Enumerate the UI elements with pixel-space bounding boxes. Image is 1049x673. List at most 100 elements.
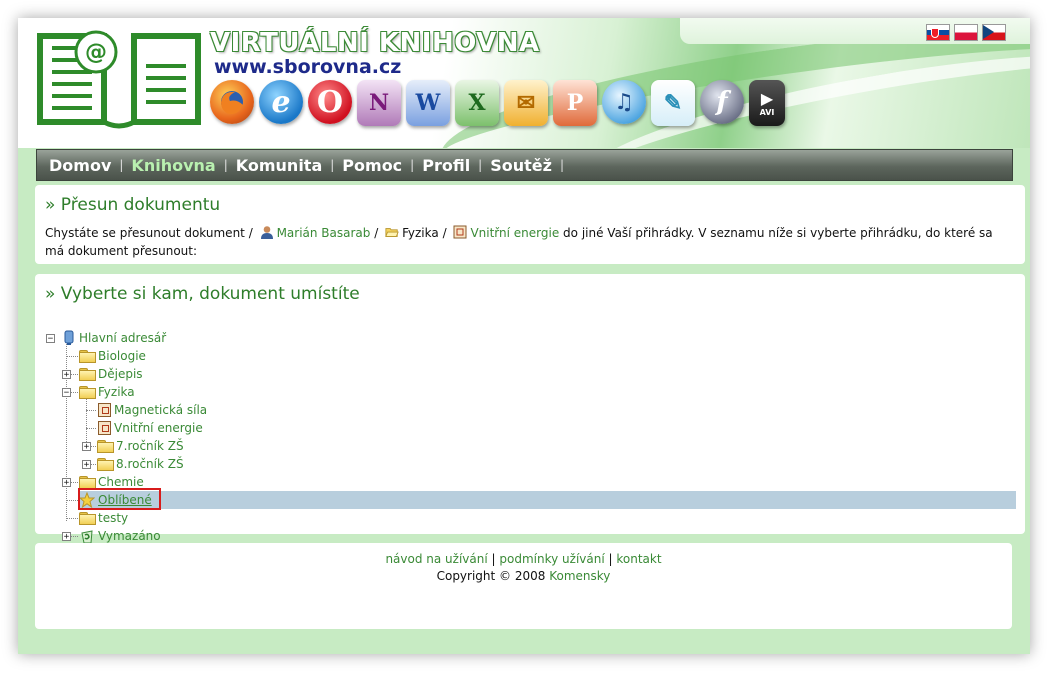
- tree-node-label[interactable]: Magnetická síla: [114, 401, 207, 419]
- library-book-logo[interactable]: @: [34, 26, 204, 132]
- recycle-bin-icon: [81, 530, 93, 544]
- site-header: @ VIRTUÁLNÍ KNIHOVNA www.sborovna.cz e O…: [18, 18, 1030, 148]
- collapse-toggle[interactable]: −: [62, 388, 71, 398]
- language-bar: [680, 18, 1030, 44]
- nav-item-profil[interactable]: Profil: [422, 156, 470, 175]
- app-icons-row: e O N W X ✉ P ♫ ✎ f ▶ AVI: [210, 80, 785, 126]
- folder-icon: [79, 368, 96, 381]
- document-icon: [98, 421, 111, 435]
- expand-toggle[interactable]: +: [62, 370, 71, 380]
- user-link[interactable]: Marián Basarab: [277, 226, 371, 240]
- flash-icon[interactable]: f: [700, 80, 744, 124]
- nav-item-soutez[interactable]: Soutěž: [490, 156, 552, 175]
- site-title: VIRTUÁLNÍ KNIHOVNA: [210, 28, 540, 58]
- site-url[interactable]: www.sborovna.cz: [214, 56, 401, 78]
- nav-separator: |: [410, 158, 415, 172]
- footer-copyright: Copyright © 2008 Komensky: [35, 569, 1012, 583]
- folder-icon: [79, 350, 96, 363]
- tree-line: [86, 394, 87, 448]
- tree-node-label[interactable]: 7.ročník ZŠ: [116, 437, 184, 455]
- tree-line: [86, 428, 96, 429]
- nav-item-komunita[interactable]: Komunita: [236, 156, 323, 175]
- footer-separator: |: [491, 552, 496, 566]
- tree-node-label[interactable]: Biologie: [98, 347, 146, 365]
- company-link[interactable]: Komensky: [549, 569, 610, 583]
- tree-node-label[interactable]: Vnitřní energie: [114, 419, 203, 437]
- folder-open-icon: [79, 386, 96, 399]
- language-flags: [926, 24, 1006, 41]
- powerpoint-icon[interactable]: P: [553, 80, 597, 126]
- path-separator: /: [442, 226, 447, 240]
- folder-name: Fyzika: [402, 226, 439, 240]
- nav-separator: |: [478, 158, 483, 172]
- destination-tree-panel: » Vyberte si kam, dokument umístíte − Hl…: [35, 274, 1025, 544]
- nav-separator: |: [559, 158, 564, 172]
- document-icon: [98, 403, 111, 417]
- footer-link-podminky[interactable]: podmínky užívání: [499, 552, 604, 566]
- tree-node-fyzika[interactable]: Fyzika: [79, 383, 135, 401]
- folder-tree: − Hlavní adresář Biologie + Dějepis − Fy…: [35, 274, 1025, 544]
- tree-node-label[interactable]: Hlavní adresář: [79, 329, 166, 347]
- tree-node-label[interactable]: 8.ročník ZŠ: [116, 455, 184, 473]
- word-icon[interactable]: W: [406, 80, 450, 126]
- nav-item-pomoc[interactable]: Pomoc: [342, 156, 402, 175]
- selected-row-highlight: [79, 491, 1016, 509]
- move-document-description: Chystáte se přesunout dokument / Marián …: [45, 224, 1005, 260]
- folder-icon: [79, 476, 96, 489]
- nav-separator: |: [223, 158, 228, 172]
- feather-icon[interactable]: ✎: [651, 80, 695, 126]
- folder-icon: [79, 512, 96, 525]
- selection-highlight-box: [78, 488, 161, 510]
- tree-node-testy[interactable]: testy: [79, 509, 128, 527]
- tree-node-root[interactable]: Hlavní adresář: [62, 329, 166, 347]
- page-frame: @ VIRTUÁLNÍ KNIHOVNA www.sborovna.cz e O…: [18, 18, 1030, 654]
- slovak-flag-icon[interactable]: [926, 24, 950, 41]
- excel-icon[interactable]: X: [455, 80, 499, 126]
- itunes-icon[interactable]: ♫: [602, 80, 646, 124]
- firefox-icon[interactable]: [210, 80, 254, 124]
- polish-flag-icon[interactable]: [954, 24, 978, 41]
- tree-node-magneticka-sila[interactable]: Magnetická síla: [98, 401, 207, 419]
- footer-link-kontakt[interactable]: kontakt: [616, 552, 661, 566]
- description-text: Chystáte se přesunout dokument /: [45, 226, 253, 240]
- outlook-icon[interactable]: ✉: [504, 80, 548, 126]
- tree-node-label[interactable]: Dějepis: [98, 365, 143, 383]
- tree-node-label[interactable]: testy: [98, 509, 128, 527]
- expand-toggle[interactable]: +: [62, 532, 71, 542]
- nav-item-knihovna[interactable]: Knihovna: [131, 156, 215, 175]
- user-icon: [260, 226, 273, 239]
- czech-flag-icon[interactable]: [982, 24, 1006, 41]
- tree-line: [66, 500, 78, 501]
- tree-line: [66, 518, 78, 519]
- tree-node-vnitrni-energie[interactable]: Vnitřní energie: [98, 419, 203, 437]
- document-link[interactable]: Vnitřní energie: [470, 226, 559, 240]
- nav-item-domov[interactable]: Domov: [49, 156, 111, 175]
- expand-toggle[interactable]: +: [62, 478, 71, 488]
- footer-link-navod[interactable]: návod na užívání: [385, 552, 487, 566]
- tree-line: [86, 410, 96, 411]
- tree-node-dejepis[interactable]: Dějepis: [79, 365, 143, 383]
- nav-separator: |: [330, 158, 335, 172]
- expand-toggle[interactable]: +: [82, 460, 91, 470]
- move-document-title: » Přesun dokumentu: [45, 195, 221, 215]
- tree-node-label[interactable]: Fyzika: [98, 383, 135, 401]
- opera-icon[interactable]: O: [308, 80, 352, 124]
- document-icon: [453, 225, 467, 239]
- tree-line: [66, 356, 78, 357]
- nav-separator: |: [119, 158, 124, 172]
- tree-line: [66, 340, 67, 521]
- footer-panel: návod na užívání | podmínky užívání | ko…: [35, 543, 1012, 629]
- avi-video-icon[interactable]: ▶ AVI: [749, 80, 785, 126]
- footer-links: návod na užívání | podmínky užívání | ko…: [35, 552, 1012, 566]
- move-document-panel: » Přesun dokumentu Chystáte se přesunout…: [35, 185, 1025, 264]
- expand-toggle[interactable]: +: [82, 442, 91, 452]
- folder-open-icon: [385, 228, 399, 237]
- tree-node-7-rocnik[interactable]: 7.ročník ZŠ: [97, 437, 184, 455]
- collapse-toggle[interactable]: −: [46, 334, 55, 344]
- onenote-icon[interactable]: N: [357, 80, 401, 126]
- copyright-text: Copyright © 2008: [436, 569, 546, 583]
- svg-text:@: @: [85, 40, 107, 65]
- tree-node-8-rocnik[interactable]: 8.ročník ZŠ: [97, 455, 184, 473]
- tree-node-biologie[interactable]: Biologie: [79, 347, 146, 365]
- internet-explorer-icon[interactable]: e: [259, 80, 303, 124]
